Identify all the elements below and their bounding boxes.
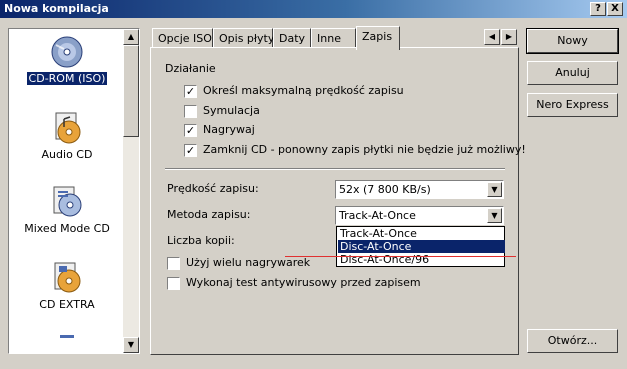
checkbox-antivirus-label: Wykonaj test antywirusowy przed zapisem (186, 276, 421, 289)
copies-label: Liczba kopii: (167, 234, 235, 247)
speed-select[interactable]: 52x (7 800 KB/s) ▼ (335, 180, 504, 199)
tab-opis-plyty[interactable]: Opis płyty (213, 28, 274, 48)
title-bar: Nowa kompilacja ? X (0, 0, 627, 18)
checkbox-burn-label: Nagrywaj (203, 123, 255, 136)
chevron-down-icon[interactable]: ▼ (487, 208, 502, 223)
list-scrollbar[interactable]: ▲ ▼ (123, 29, 139, 353)
method-option-disc-at-once-96[interactable]: Disc-At-Once/96 (338, 253, 505, 266)
close-button[interactable]: X (607, 2, 623, 16)
annotation-line (285, 256, 516, 257)
checkbox-finalize-label: Zamknij CD - ponowny zapis płytki nie bę… (203, 143, 526, 156)
checkbox-max-speed-label: Określ maksymalną prędkość zapisu (203, 84, 404, 97)
checkbox-multi-recorder-label: Użyj wielu nagrywarek (186, 256, 311, 269)
list-item-label: CD EXTRA (39, 298, 95, 311)
list-item-label: Mixed Mode CD (24, 222, 110, 235)
method-option-disc-at-once[interactable]: Disc-At-Once (338, 240, 505, 253)
checkbox-finalize[interactable]: ✓ (184, 144, 197, 157)
checkbox-simulation[interactable] (184, 105, 197, 118)
compilation-type-list[interactable]: CD-ROM (ISO) Audio CD Mixed Mode CD CD E… (8, 28, 140, 354)
chevron-down-icon[interactable]: ▼ (487, 182, 502, 197)
scroll-down-button[interactable]: ▼ (123, 337, 139, 353)
list-item-partial (11, 335, 123, 353)
list-item-cd-rom-iso[interactable]: CD-ROM (ISO) (11, 35, 123, 86)
separator (165, 168, 505, 170)
group-label-dzialanie: Działanie (165, 62, 216, 75)
list-item-audio-cd[interactable]: Audio CD (11, 111, 123, 161)
method-select[interactable]: Track-At-Once ▼ (335, 206, 504, 225)
checkbox-antivirus[interactable] (167, 277, 180, 290)
cd-rom-iso-icon (50, 35, 84, 69)
nero-express-button[interactable]: Nero Express (527, 93, 618, 117)
tab-scroll-right-button[interactable]: ▶ (501, 29, 517, 45)
mixed-mode-cd-icon (50, 185, 84, 219)
checkbox-burn[interactable]: ✓ (184, 124, 197, 137)
cd-extra-icon (50, 261, 84, 295)
zapis-panel: Działanie ✓ Określ maksymalną prędkość z… (150, 47, 526, 355)
speed-label: Prędkość zapisu: (167, 182, 259, 195)
list-item-label: CD-ROM (ISO) (25, 71, 109, 86)
method-dropdown-list[interactable]: Track-At-Once Disc-At-Once Disc-At-Once/… (336, 226, 505, 267)
open-button[interactable]: Otwórz... (527, 329, 618, 353)
list-item-mixed-mode-cd[interactable]: Mixed Mode CD (11, 185, 123, 235)
scroll-thumb[interactable] (123, 45, 139, 137)
help-button[interactable]: ? (590, 2, 606, 16)
audio-cd-icon (50, 111, 84, 145)
list-item-cd-extra[interactable]: CD EXTRA (11, 261, 123, 311)
checkbox-max-speed[interactable]: ✓ (184, 85, 197, 98)
cancel-button[interactable]: Anuluj (527, 61, 618, 85)
tab-scroll-left-button[interactable]: ◀ (484, 29, 500, 45)
speed-select-value: 52x (7 800 KB/s) (339, 183, 431, 196)
method-select-value: Track-At-Once (339, 209, 416, 222)
tab-daty[interactable]: Daty (273, 28, 311, 48)
checkbox-simulation-label: Symulacja (203, 104, 260, 117)
method-option-track-at-once[interactable]: Track-At-Once (338, 227, 505, 240)
tab-zapis[interactable]: Zapis (356, 26, 400, 50)
new-button[interactable]: Nowy (526, 28, 619, 54)
tab-inne[interactable]: Inne (311, 28, 356, 48)
tab-opcje-iso[interactable]: Opcje ISO (152, 28, 213, 48)
list-item-label: Audio CD (41, 148, 93, 161)
window-title: Nowa kompilacja (4, 2, 109, 15)
scroll-up-button[interactable]: ▲ (123, 29, 139, 45)
partial-item-icon (50, 335, 84, 353)
checkbox-multi-recorder[interactable] (167, 257, 180, 270)
method-label: Metoda zapisu: (167, 208, 251, 221)
